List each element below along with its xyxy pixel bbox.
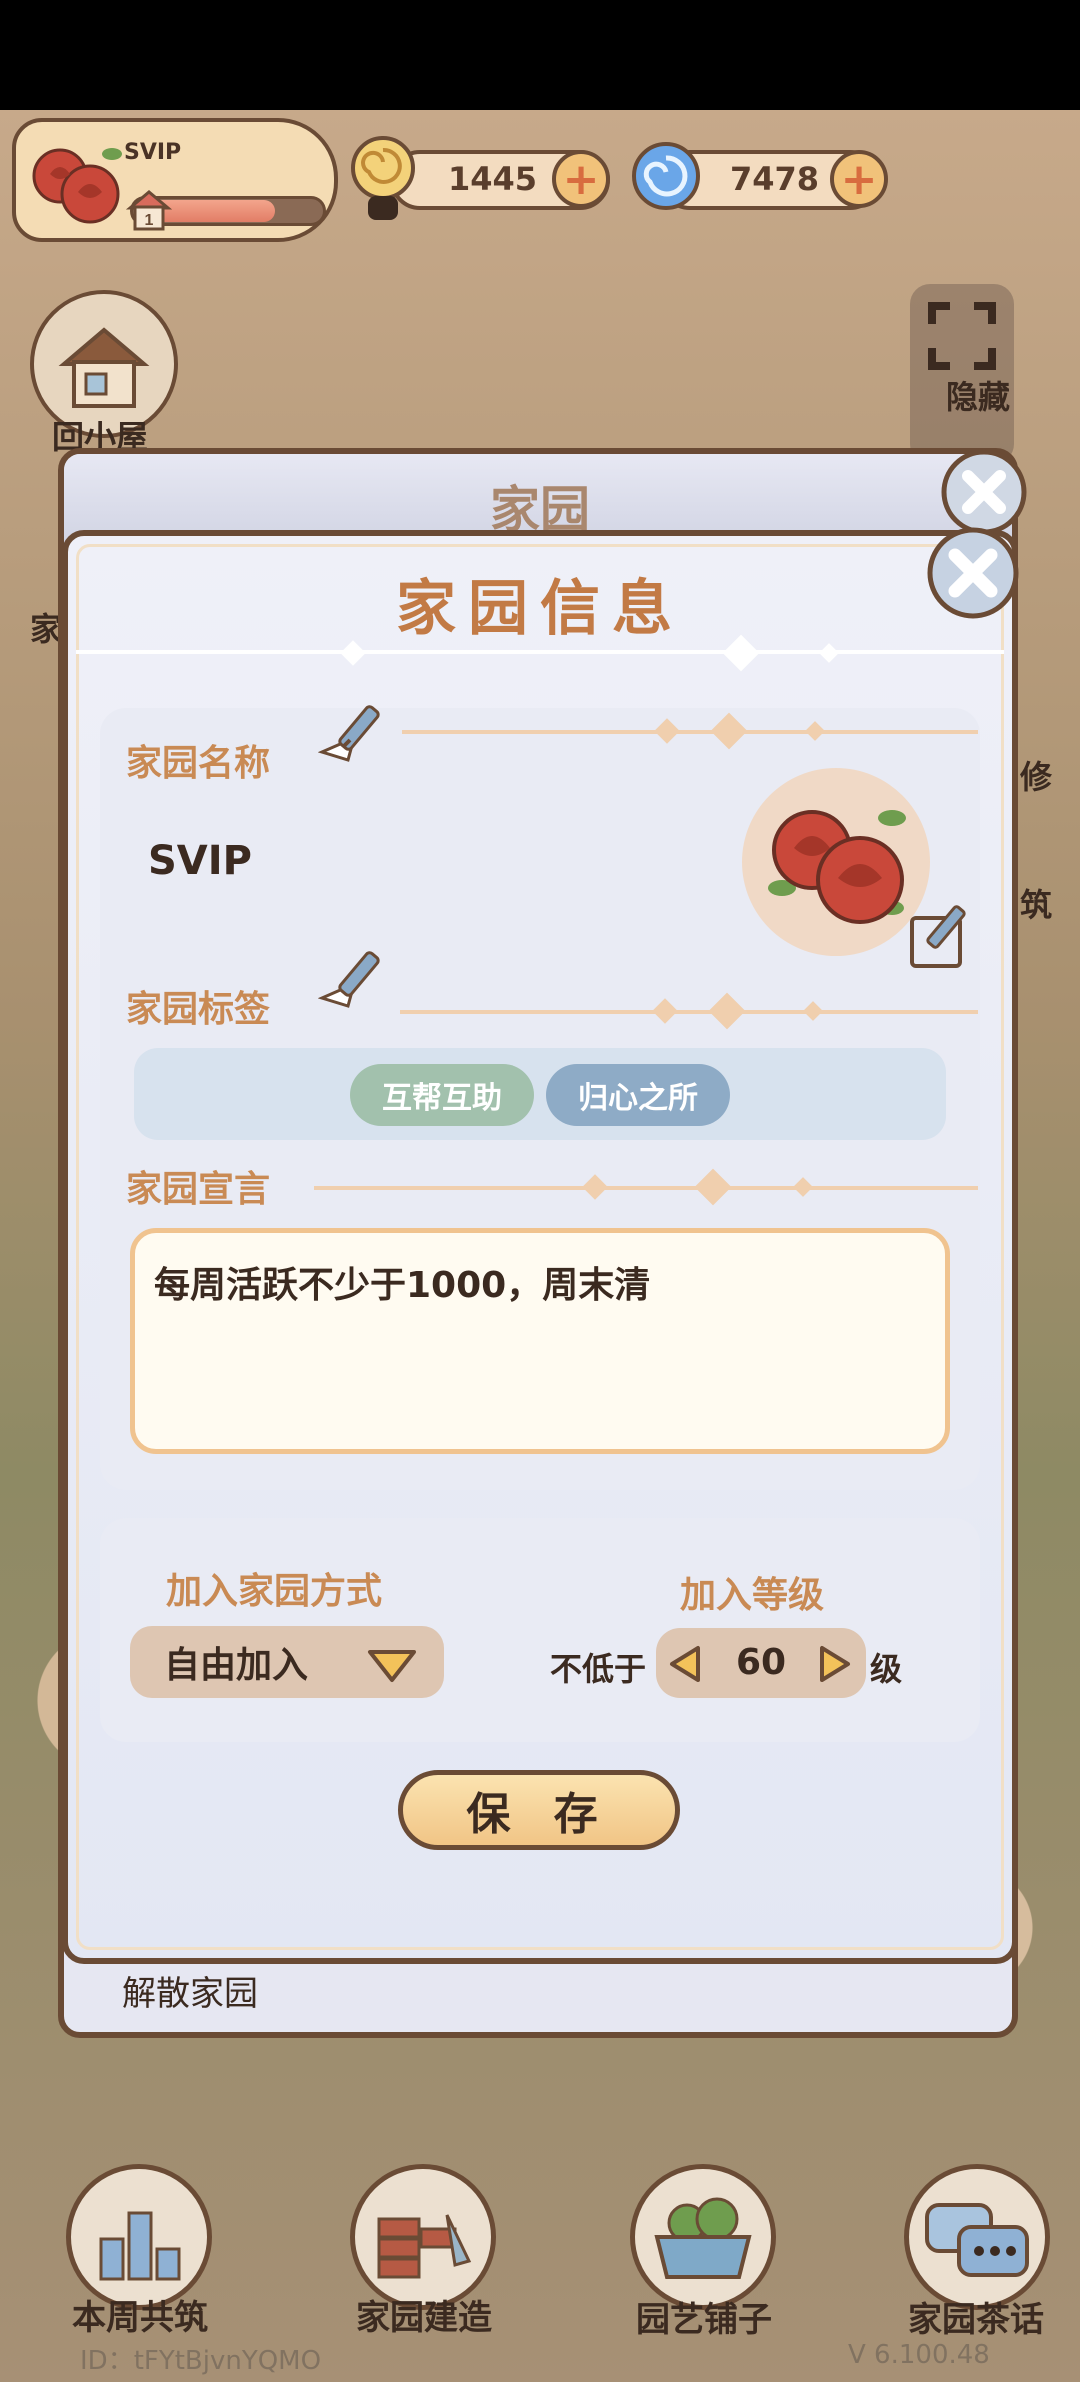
home-name-value: SVIP: [148, 838, 252, 884]
snail-gold-icon: [348, 130, 418, 226]
status-bar: [0, 0, 1080, 110]
close-icon: [941, 449, 1027, 535]
player-id: ID：tFYtBjvnYQMO: [80, 2346, 322, 2376]
home-name-label: 家园名称: [126, 743, 271, 784]
dropdown-arrow-icon: [366, 1646, 418, 1684]
gem-value: 7478: [730, 160, 820, 198]
repair-side-label: 修: [1020, 758, 1053, 796]
level-value: 60: [735, 1642, 787, 1683]
triangle-left-icon: [670, 1646, 700, 1682]
declaration-label: 家园宣言: [126, 1169, 271, 1210]
plant-basket-icon: [654, 2197, 752, 2279]
join-mode-value: 自由加入: [164, 1645, 309, 1686]
tags-strip: [134, 1048, 946, 1140]
swirl-gem-icon: [630, 140, 702, 212]
add-gold-button[interactable]: +: [552, 150, 610, 208]
join-level-label: 加入等级: [680, 1575, 825, 1616]
decor-line: [402, 730, 978, 734]
home-chat-button[interactable]: [904, 2164, 1050, 2310]
pencil-icon: [317, 705, 380, 762]
decor-line: [400, 1010, 978, 1014]
close-icon: [927, 527, 1019, 619]
version-text: V 6.100.48: [848, 2340, 990, 2370]
bar-chart-icon: [99, 2211, 181, 2281]
bricks-trowel-icon: [377, 2214, 472, 2279]
add-gem-button[interactable]: +: [830, 150, 888, 208]
tag-chip[interactable]: 归心之所: [546, 1064, 730, 1126]
increase-level-button[interactable]: [814, 1644, 854, 1684]
garden-shop-button[interactable]: [630, 2164, 776, 2310]
tag-chip[interactable]: 互帮互助: [350, 1064, 534, 1126]
edit-icon: [910, 905, 966, 968]
join-mode-label: 加入家园方式: [166, 1571, 383, 1612]
declaration-text: 每周活跃不少于1000，周末清: [154, 1265, 651, 1306]
dissolve-home-button[interactable]: 解散家园: [122, 1966, 258, 2015]
triangle-right-icon: [820, 1646, 850, 1682]
decor-line: [314, 1186, 978, 1190]
title-divider: [76, 650, 1004, 654]
nav-label-garden-shop: 园艺铺子: [636, 2300, 772, 2340]
hide-label: 隐藏: [946, 378, 1011, 416]
svg-text:1: 1: [145, 212, 154, 229]
home-dialog-close-button[interactable]: [940, 448, 1028, 536]
save-label: 保 存: [466, 1789, 612, 1840]
build-side-label: 筑: [1020, 886, 1053, 924]
edit-tags-button[interactable]: [317, 940, 400, 1010]
nav-label-weekly-build: 本周共筑: [72, 2298, 208, 2338]
decrease-level-button[interactable]: [666, 1644, 706, 1684]
pencil-icon: [317, 951, 380, 1008]
nav-label-home-build: 家园建造: [356, 2298, 492, 2338]
gold-value: 1445: [448, 160, 538, 198]
save-button[interactable]: 保 存: [398, 1770, 680, 1850]
rose-avatar-icon: [22, 124, 132, 234]
level-unit: 级: [870, 1650, 903, 1688]
chat-bubbles-icon: [925, 2203, 1029, 2277]
weekly-build-button[interactable]: [66, 2164, 212, 2310]
home-tags-label: 家园标签: [126, 989, 271, 1030]
player-name: SVIP: [124, 140, 182, 165]
dialog-title: 家园信息: [396, 574, 684, 644]
close-button[interactable]: [925, 525, 1021, 621]
nav-label-home-chat: 家园茶话: [908, 2300, 1044, 2340]
edit-avatar-button[interactable]: [906, 902, 978, 972]
home-build-button[interactable]: [350, 2164, 496, 2310]
edit-name-button[interactable]: [317, 694, 400, 764]
house-level-icon: 1: [125, 188, 173, 232]
rose-icon: [768, 810, 906, 924]
home-avatar[interactable]: [742, 768, 930, 956]
not-below-label: 不低于: [550, 1650, 647, 1688]
